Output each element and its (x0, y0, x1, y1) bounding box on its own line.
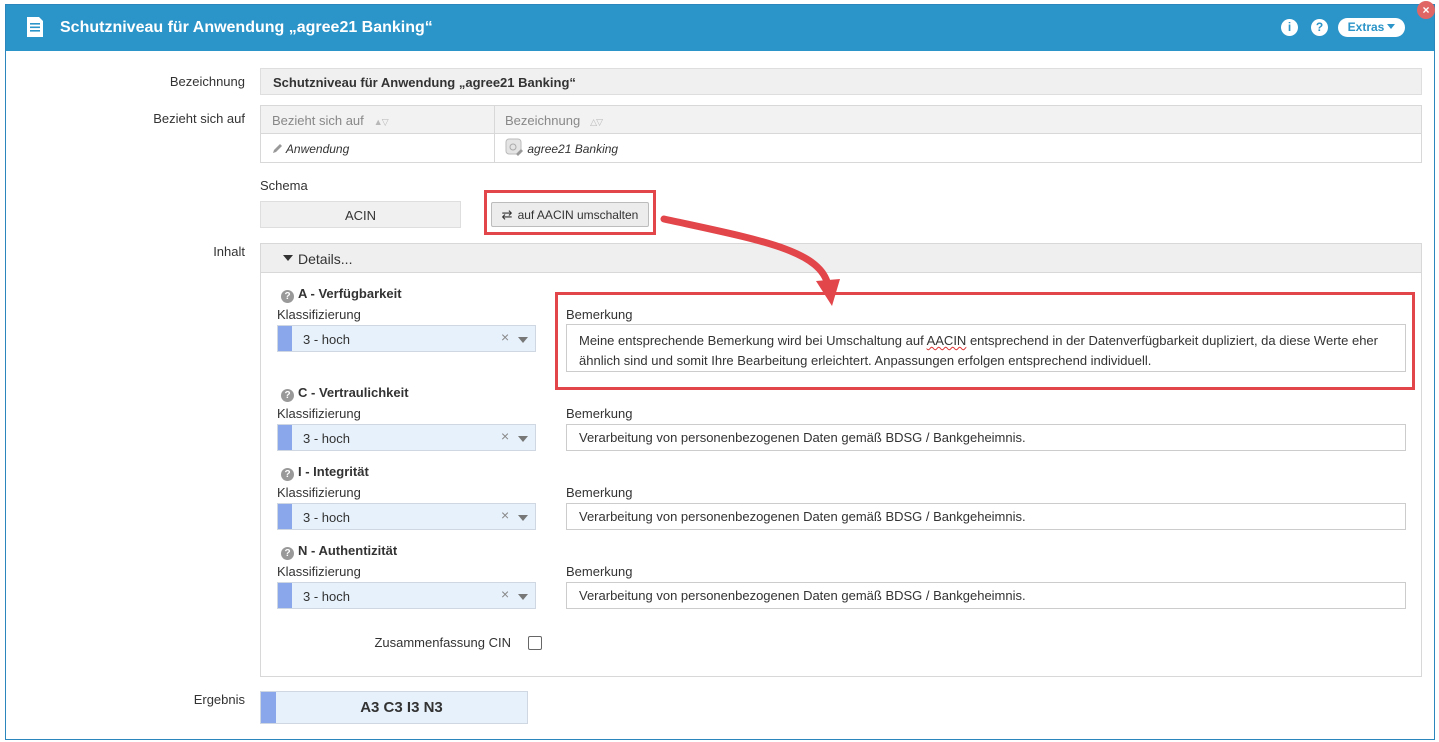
bemerkung-label: Bemerkung (566, 564, 633, 579)
bezeichnung-value: Schutzniveau für Anwendung „agree21 Bank… (273, 75, 576, 90)
klassifizierung-select-c[interactable]: 3 - hoch × (277, 424, 536, 451)
select-color-bar (278, 583, 292, 608)
klassifizierung-label: Klassifizierung (277, 406, 361, 421)
grid-column-divider (494, 106, 495, 162)
section-a-title-text: A - Verfügbarkeit (298, 286, 402, 301)
caret-down-icon (283, 255, 293, 261)
row-type: Anwendung (285, 142, 350, 156)
klassifizierung-select-n[interactable]: 3 - hoch × (277, 582, 536, 609)
select-color-bar (278, 326, 292, 351)
klassifizierung-label: Klassifizierung (277, 564, 361, 579)
help-icon[interactable]: ? (281, 468, 294, 481)
bemerkung-field-n[interactable]: Verarbeitung von personenbezogenen Daten… (566, 582, 1406, 609)
extras-label: Extras (1347, 20, 1385, 34)
result-color-bar (261, 692, 276, 723)
select-value: 3 - hoch (303, 589, 350, 604)
section-i-title-text: I - Integrität (298, 464, 369, 479)
section-n-title: ? N - Authentizität (281, 543, 397, 560)
grid-col-bezieht[interactable]: Bezieht sich auf ▲▽ (272, 113, 389, 128)
bezieht-label: Bezieht sich auf (153, 111, 245, 126)
sort-icon: ▲▽ (373, 117, 389, 127)
details-toggle[interactable]: Details... (261, 244, 1421, 273)
schema-field: ACIN (260, 201, 461, 228)
bezeichnung-label: Bezeichnung (169, 74, 245, 89)
chevron-down-icon[interactable] (518, 436, 528, 442)
details-label: Details... (298, 251, 353, 267)
grid-col-bezeichnung[interactable]: Bezeichnung △▽ (505, 113, 603, 128)
section-c-title: ? C - Vertraulichkeit (281, 385, 409, 402)
sort-icon: △▽ (590, 117, 603, 127)
bezeichnung-field: Schutzniveau für Anwendung „agree21 Bank… (260, 68, 1422, 95)
document-icon (27, 17, 43, 37)
chevron-down-icon[interactable] (518, 594, 528, 600)
application-icon (505, 138, 523, 156)
bemerkung-field-c[interactable]: Verarbeitung von personenbezogenen Daten… (566, 424, 1406, 451)
inhalt-label: Inhalt (213, 244, 245, 259)
clear-icon[interactable]: × (501, 586, 509, 602)
help-icon[interactable]: ? (281, 547, 294, 560)
zusammenfassung-checkbox[interactable] (528, 636, 542, 650)
title-bar: Schutzniveau für Anwendung „agree21 Bank… (6, 5, 1434, 51)
window-title: Schutzniveau für Anwendung „agree21 Bank… (60, 19, 433, 36)
grid-col-bezeichnung-label: Bezeichnung (505, 113, 581, 128)
bezieht-grid: Bezieht sich auf ▲▽ Bezeichnung △▽ Anwendu… (260, 105, 1422, 163)
close-icon[interactable]: × (1417, 1, 1435, 19)
select-value: 3 - hoch (303, 431, 350, 446)
select-color-bar (278, 425, 292, 450)
pencil-icon (273, 144, 282, 153)
bemerkung-label: Bemerkung (566, 406, 633, 421)
section-i-title: ? I - Integrität (281, 464, 369, 481)
table-row[interactable]: Anwendung (272, 142, 349, 156)
select-value: 3 - hoch (303, 510, 350, 525)
highlight-box-switch (484, 190, 656, 235)
chevron-down-icon (1387, 24, 1396, 29)
grid-col-bezieht-label: Bezieht sich auf (272, 113, 364, 128)
info-icon[interactable]: i (1281, 19, 1298, 36)
highlight-box-bemerkung (555, 292, 1415, 390)
klassifizierung-select-i[interactable]: 3 - hoch × (277, 503, 536, 530)
bemerkung-label: Bemerkung (566, 485, 633, 500)
schema-value: ACIN (344, 208, 377, 223)
grid-header (261, 106, 1421, 134)
row-name-cell[interactable]: agree21 Banking (505, 138, 618, 157)
klassifizierung-select-a[interactable]: 3 - hoch × (277, 325, 536, 352)
help-icon[interactable]: ? (281, 290, 294, 303)
extras-button[interactable]: Extras (1338, 18, 1405, 37)
ergebnis-label: Ergebnis (193, 692, 245, 707)
clear-icon[interactable]: × (501, 329, 509, 345)
chevron-down-icon[interactable] (518, 337, 528, 343)
klassifizierung-label: Klassifizierung (277, 307, 361, 322)
clear-icon[interactable]: × (501, 428, 509, 444)
chevron-down-icon[interactable] (518, 515, 528, 521)
ergebnis-value: A3 C3 I3 N3 (360, 699, 443, 716)
section-a-title: ? A - Verfügbarkeit (281, 286, 402, 303)
select-value: 3 - hoch (303, 332, 350, 347)
row-name: agree21 Banking (527, 142, 619, 156)
bemerkung-field-i[interactable]: Verarbeitung von personenbezogenen Daten… (566, 503, 1406, 530)
zusammenfassung-label: Zusammenfassung CIN (374, 635, 511, 650)
help-icon[interactable]: ? (1311, 19, 1328, 36)
select-color-bar (278, 504, 292, 529)
section-n-title-text: N - Authentizität (298, 543, 398, 558)
schema-label: Schema (260, 178, 308, 193)
section-c-title-text: C - Vertraulichkeit (298, 385, 409, 400)
help-icon[interactable]: ? (281, 389, 294, 402)
ergebnis-field: A3 C3 I3 N3 (260, 691, 528, 724)
clear-icon[interactable]: × (501, 507, 509, 523)
klassifizierung-label: Klassifizierung (277, 485, 361, 500)
